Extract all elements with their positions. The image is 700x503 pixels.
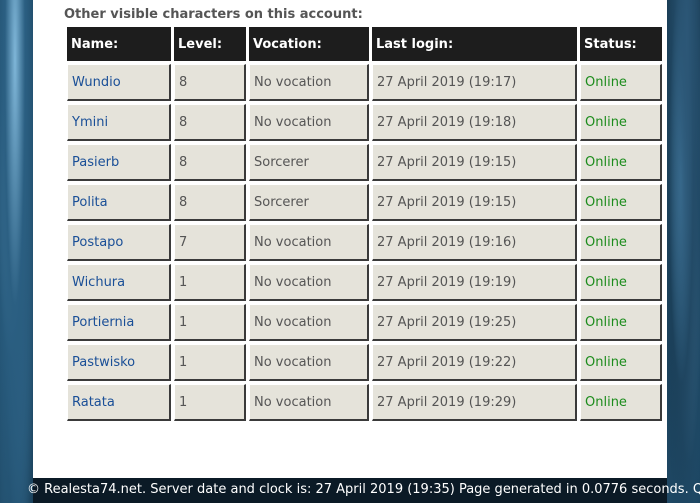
character-last-login: 27 April 2019 (19:25)	[372, 304, 577, 341]
character-name-link[interactable]: Polita	[67, 184, 171, 221]
table-row: Wundio 8 No vocation 27 April 2019 (19:17) O…	[67, 64, 662, 101]
character-status: Online	[580, 144, 662, 181]
table-row: Polita 8 Sorcerer 27 April 2019 (19:15) Onli…	[67, 184, 662, 221]
character-last-login: 27 April 2019 (19:15)	[372, 144, 577, 181]
character-vocation: Sorcerer	[249, 184, 369, 221]
column-header-last-login: Last login:	[372, 27, 577, 61]
column-header-name: Name:	[67, 27, 171, 61]
character-last-login: 27 April 2019 (19:18)	[372, 104, 577, 141]
characters-table: Name: Level: Vocation: Last login: Statu…	[64, 24, 665, 424]
character-level: 8	[174, 144, 246, 181]
character-vocation: No vocation	[249, 264, 369, 301]
background-art-left	[0, 0, 33, 503]
character-level: 1	[174, 304, 246, 341]
character-name-link[interactable]: Wichura	[67, 264, 171, 301]
character-vocation: No vocation	[249, 304, 369, 341]
table-row: Pasierb 8 Sorcerer 27 April 2019 (19:15) Onl…	[67, 144, 662, 181]
character-level: 1	[174, 384, 246, 421]
table-row: Ratata 1 No vocation 27 April 2019 (19:29) O…	[67, 384, 662, 421]
section-title: Other visible characters on this account…	[64, 7, 363, 22]
character-status: Online	[580, 344, 662, 381]
character-status: Online	[580, 384, 662, 421]
character-status: Online	[580, 224, 662, 261]
character-last-login: 27 April 2019 (19:17)	[372, 64, 577, 101]
character-vocation: No vocation	[249, 104, 369, 141]
character-status: Online	[580, 184, 662, 221]
character-vocation: No vocation	[249, 384, 369, 421]
character-level: 8	[174, 184, 246, 221]
column-header-level: Level:	[174, 27, 246, 61]
footer-bar: © Realesta74.net. Server date and clock …	[0, 478, 700, 503]
character-name-link[interactable]: Portiernia	[67, 304, 171, 341]
character-name-link[interactable]: Wundio	[67, 64, 171, 101]
table-row: Wichura 1 No vocation 27 April 2019 (19:19)…	[67, 264, 662, 301]
character-vocation: Sorcerer	[249, 144, 369, 181]
table-row: Portiernia 1 No vocation 27 April 2019 (19:…	[67, 304, 662, 341]
character-name-link[interactable]: Ymini	[67, 104, 171, 141]
footer-text: © Realesta74.net. Server date and clock …	[27, 482, 700, 497]
character-last-login: 27 April 2019 (19:29)	[372, 384, 577, 421]
character-last-login: 27 April 2019 (19:15)	[372, 184, 577, 221]
character-status: Online	[580, 64, 662, 101]
character-vocation: No vocation	[249, 224, 369, 261]
character-level: 8	[174, 64, 246, 101]
character-vocation: No vocation	[249, 344, 369, 381]
character-level: 1	[174, 344, 246, 381]
table-header-row: Name: Level: Vocation: Last login: Statu…	[67, 27, 662, 61]
table-row: Pastwisko 1 No vocation 27 April 2019 (19:2…	[67, 344, 662, 381]
table-row: Ymini 8 No vocation 27 April 2019 (19:18) On…	[67, 104, 662, 141]
character-last-login: 27 April 2019 (19:22)	[372, 344, 577, 381]
column-header-vocation: Vocation:	[249, 27, 369, 61]
character-name-link[interactable]: Ratata	[67, 384, 171, 421]
character-status: Online	[580, 304, 662, 341]
content-panel: Other visible characters on this account…	[33, 0, 667, 478]
character-vocation: No vocation	[249, 64, 369, 101]
character-name-link[interactable]: Postapo	[67, 224, 171, 261]
character-level: 7	[174, 224, 246, 261]
character-name-link[interactable]: Pasierb	[67, 144, 171, 181]
character-last-login: 27 April 2019 (19:19)	[372, 264, 577, 301]
character-status: Online	[580, 264, 662, 301]
character-level: 1	[174, 264, 246, 301]
background-art-right	[667, 0, 700, 503]
table-row: Postapo 7 No vocation 27 April 2019 (19:16)…	[67, 224, 662, 261]
character-name-link[interactable]: Pastwisko	[67, 344, 171, 381]
column-header-status: Status:	[580, 27, 662, 61]
character-status: Online	[580, 104, 662, 141]
character-last-login: 27 April 2019 (19:16)	[372, 224, 577, 261]
character-level: 8	[174, 104, 246, 141]
